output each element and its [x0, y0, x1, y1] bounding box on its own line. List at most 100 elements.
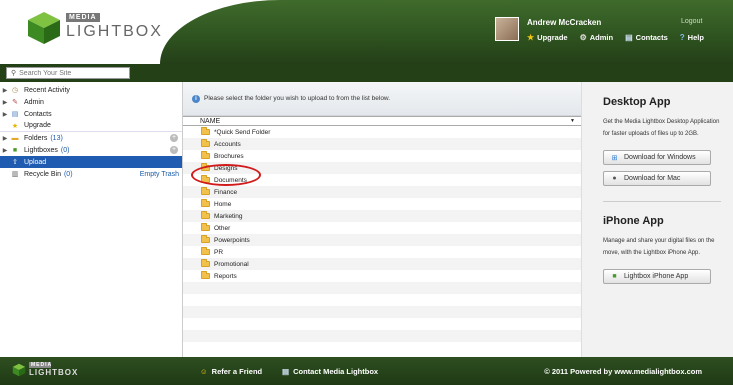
folder-icon	[201, 211, 210, 219]
avatar[interactable]	[495, 17, 519, 41]
folder-name: Finance	[214, 188, 238, 196]
windows-icon: ⊞	[611, 154, 618, 162]
folder-icon	[201, 271, 210, 279]
tools-icon: ✎	[12, 99, 18, 106]
contact-label: Contact Media Lightbox	[293, 367, 379, 376]
empty-row	[183, 306, 581, 318]
add-lightbox-icon[interactable]: +	[170, 146, 178, 154]
folder-name: Reports	[214, 272, 237, 280]
folder-name: Promotional	[214, 260, 249, 268]
search-icon: ⚲	[11, 70, 17, 77]
folder-icon	[201, 235, 210, 243]
sidebar-item-label: Upload	[24, 158, 47, 166]
folder-row[interactable]: Finance	[183, 186, 581, 198]
folder-row[interactable]: Marketing	[183, 210, 581, 222]
folder-row[interactable]: Brochures	[183, 150, 581, 162]
contacts-icon: ▤	[625, 33, 633, 42]
folder-name: Accounts	[214, 140, 241, 148]
iphone-app-text: Manage and share your digital files on t…	[603, 238, 715, 256]
lightboxes-count: (0)	[60, 146, 70, 154]
nav-upgrade[interactable]: ★ Upgrade	[527, 33, 568, 42]
trash-icon: ▥	[11, 171, 19, 178]
empty-row	[183, 330, 581, 342]
logout-link[interactable]: Logout	[681, 18, 702, 25]
contacts-icon: ▤	[11, 111, 19, 118]
gear-icon: ⚙	[579, 33, 587, 42]
expand-arrow-icon[interactable]: ▶	[0, 147, 10, 154]
logo[interactable]: MEDIA LIGHTBOX	[66, 13, 163, 41]
search-input[interactable]	[19, 69, 120, 77]
sidebar-item-upgrade[interactable]: ★ Upgrade	[0, 120, 182, 132]
expand-arrow-icon[interactable]: ▶	[0, 99, 10, 106]
header-banner	[160, 0, 733, 64]
sidebar-item-upload[interactable]: ⇧ Upload	[0, 156, 182, 168]
folder-row[interactable]: Home	[183, 198, 581, 210]
download-mac-button[interactable]: ● Download for Mac	[603, 171, 711, 186]
recycle-count: (0)	[63, 170, 73, 178]
empty-row	[183, 294, 581, 306]
download-mac-label: Download for Mac	[624, 175, 681, 182]
folders-count: (13)	[50, 134, 63, 142]
search-box[interactable]: ⚲	[6, 67, 130, 79]
sidebar-item-label: Admin	[24, 98, 44, 106]
folder-icon	[201, 151, 210, 159]
logo-cube-icon[interactable]	[26, 10, 62, 46]
refer-friend-label: Refer a Friend	[211, 367, 263, 376]
star-icon: ★	[11, 122, 19, 130]
nav-help-label: Help	[687, 33, 704, 42]
top-nav: ★ Upgrade ⚙ Admin ▤ Contacts ? Help	[527, 33, 704, 42]
empty-trash-link[interactable]: Empty Trash	[140, 171, 179, 178]
nav-contacts[interactable]: ▤ Contacts	[625, 33, 668, 42]
empty-row	[183, 318, 581, 330]
column-header-name[interactable]: NAME ▼	[183, 116, 581, 126]
folder-row[interactable]: Other	[183, 222, 581, 234]
contact-card-icon: ▤	[282, 367, 290, 376]
folder-row[interactable]: Accounts	[183, 138, 581, 150]
lightbox-icon: ■	[12, 146, 18, 154]
copyright-text: © 2011 Powered by www.medialightbox.com	[544, 367, 702, 376]
iphone-app-label: Lightbox iPhone App	[624, 273, 689, 280]
sidebar-item-label: Recycle Bin	[24, 170, 61, 178]
expand-arrow-icon[interactable]: ▶	[0, 87, 10, 94]
add-folder-icon[interactable]: +	[170, 134, 178, 142]
download-windows-button[interactable]: ⊞ Download for Windows	[603, 150, 711, 165]
folder-name: Brochures	[214, 152, 244, 160]
iphone-app-button[interactable]: ■ Lightbox iPhone App	[603, 269, 711, 284]
folder-name: Home	[214, 200, 232, 208]
refer-friend-link[interactable]: ☺ Refer a Friend	[200, 367, 262, 376]
nav-upgrade-label: Upgrade	[537, 33, 568, 42]
upload-icon: ⇧	[12, 159, 18, 166]
nav-help[interactable]: ? Help	[680, 33, 704, 42]
folder-icon	[201, 199, 210, 207]
footer-logo-text: MEDIA LIGHTBOX	[29, 362, 78, 377]
sidebar-item-label: Contacts	[24, 110, 52, 118]
nav-admin[interactable]: ⚙ Admin	[580, 33, 614, 42]
sidebar-item-label: Upgrade	[24, 122, 51, 129]
empty-row	[183, 282, 581, 294]
folder-row[interactable]: Reports	[183, 270, 581, 282]
folder-row[interactable]: PR	[183, 246, 581, 258]
sidebar-item-recent-activity[interactable]: ▶ ◷ Recent Activity	[0, 84, 182, 96]
folder-row[interactable]: Promotional	[183, 258, 581, 270]
folder-icon	[201, 127, 210, 135]
sidebar-item-contacts[interactable]: ▶ ▤ Contacts	[0, 108, 182, 120]
folder-icon	[201, 223, 210, 231]
footer-logo[interactable]: MEDIA LIGHTBOX	[12, 362, 78, 377]
instruction-bar: i Please select the folder you wish to u…	[183, 82, 581, 116]
folder-row[interactable]: Powerpoints	[183, 234, 581, 246]
sidebar-item-lightboxes[interactable]: ▶ ■ Lightboxes (0) +	[0, 144, 182, 156]
folder-icon	[201, 139, 210, 147]
folder-row[interactable]: *Quick Send Folder	[183, 126, 581, 138]
expand-arrow-icon[interactable]: ▶	[0, 135, 10, 142]
info-icon: i	[192, 94, 200, 103]
contact-link[interactable]: ▤ Contact Media Lightbox	[282, 367, 378, 376]
sidebar-item-folders[interactable]: ▶ ▬ Folders (13) +	[0, 132, 182, 144]
right-panel: Desktop App Get the Media Lightbox Deskt…	[581, 82, 733, 357]
sidebar-item-admin[interactable]: ▶ ✎ Admin	[0, 96, 182, 108]
instruction-text: Please select the folder you wish to upl…	[204, 95, 391, 102]
folder-list: *Quick Send Folder Accounts Brochures De…	[183, 126, 581, 354]
sort-arrow-icon[interactable]: ▼	[570, 118, 575, 124]
folder-name: Marketing	[214, 212, 243, 220]
sidebar-item-recycle-bin[interactable]: ▥ Recycle Bin (0) Empty Trash	[0, 168, 182, 180]
expand-arrow-icon[interactable]: ▶	[0, 111, 10, 118]
